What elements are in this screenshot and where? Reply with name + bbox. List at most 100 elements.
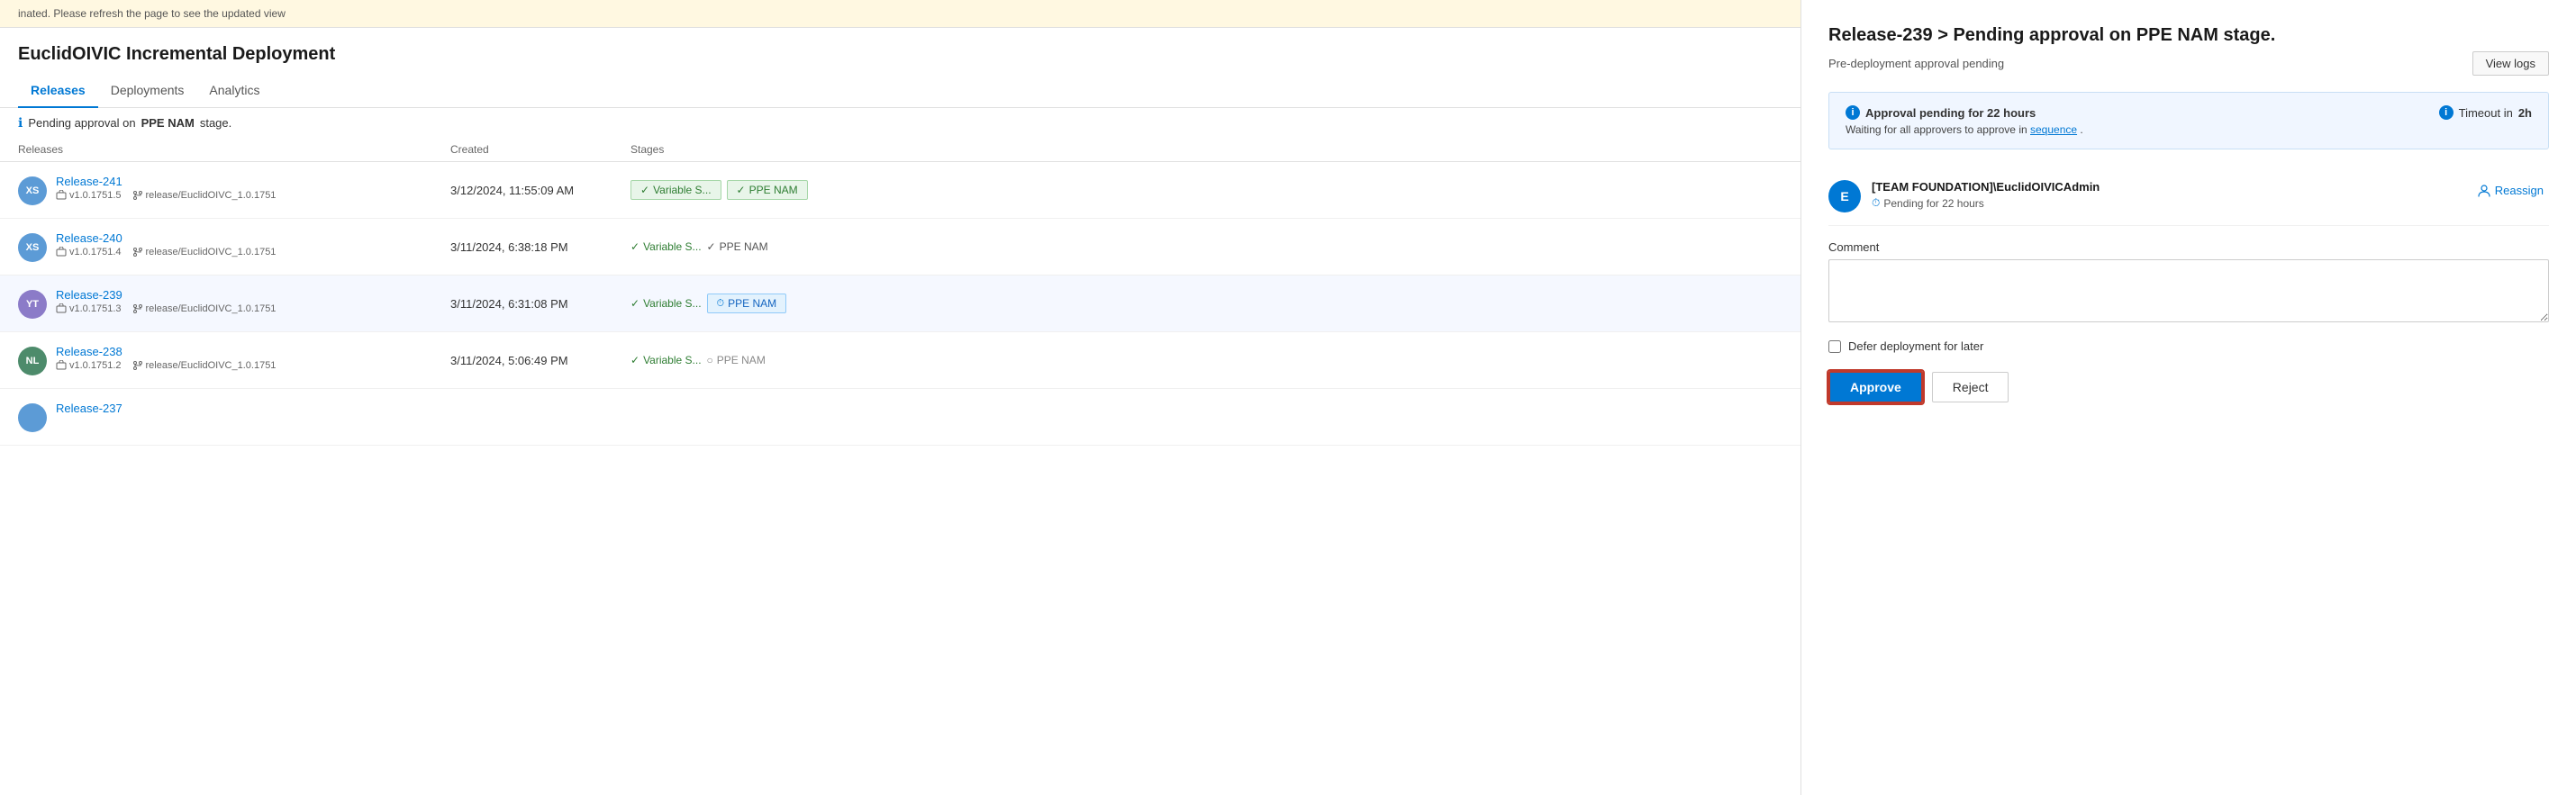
col-stages: Stages bbox=[630, 143, 1782, 156]
table-row: XS Release-240 v1.0.1751.4 release/Eucli… bbox=[0, 219, 1800, 276]
action-buttons: Approve Reject bbox=[1828, 371, 2549, 403]
status-text-suffix: stage. bbox=[200, 116, 231, 130]
version: v1.0.1751.5 bbox=[56, 190, 122, 201]
stage-text-2: ✓ PPE NAM bbox=[707, 240, 768, 253]
created-date: 3/11/2024, 6:31:08 PM bbox=[450, 297, 630, 311]
release-details: Release-241 v1.0.1751.5 release/EuclidOI… bbox=[56, 175, 276, 201]
stage-text-1: ✓ Variable S... bbox=[630, 297, 702, 310]
timeout-icon: i bbox=[2439, 105, 2454, 120]
avatar: XS bbox=[18, 176, 47, 205]
stage-text-1: ✓ Variable S... bbox=[630, 240, 702, 253]
defer-row: Defer deployment for later bbox=[1828, 339, 2549, 353]
approval-info-left: i Approval pending for 22 hours Waiting … bbox=[1846, 105, 2083, 136]
info-icon: ℹ bbox=[18, 115, 23, 131]
release-info: XS Release-241 v1.0.1751.5 release/Eucli… bbox=[18, 175, 450, 205]
right-panel: Release-239 > Pending approval on PPE NA… bbox=[1801, 0, 2576, 795]
col-releases: Releases bbox=[18, 143, 450, 156]
release-meta: v1.0.1751.2 release/EuclidOIVC_1.0.1751 bbox=[56, 360, 276, 371]
reject-button[interactable]: Reject bbox=[1932, 372, 2009, 402]
table-row: Release-237 bbox=[0, 389, 1800, 446]
comment-textarea[interactable] bbox=[1828, 259, 2549, 322]
stages-cell: ✓ Variable S... ✓ PPE NAM bbox=[630, 240, 1782, 253]
top-banner: inated. Please refresh the page to see t… bbox=[0, 0, 1800, 28]
table-row: NL Release-238 v1.0.1751.2 release/Eucli… bbox=[0, 332, 1800, 389]
stage-text-1: ✓ Variable S... bbox=[630, 354, 702, 366]
approver-info: [TEAM FOUNDATION]\EuclidOIVICAdmin ⏱ Pen… bbox=[1872, 180, 2100, 210]
branch: release/EuclidOIVC_1.0.1751 bbox=[132, 360, 277, 371]
created-date: 3/12/2024, 11:55:09 AM bbox=[450, 184, 630, 197]
release-info: YT Release-239 v1.0.1751.3 release/Eucli… bbox=[18, 288, 450, 319]
approver-name: [TEAM FOUNDATION]\EuclidOIVICAdmin bbox=[1872, 180, 2100, 194]
release-meta: v1.0.1751.5 release/EuclidOIVC_1.0.1751 bbox=[56, 190, 276, 201]
left-panel: inated. Please refresh the page to see t… bbox=[0, 0, 1801, 795]
release-info: NL Release-238 v1.0.1751.2 release/Eucli… bbox=[18, 345, 450, 375]
tab-deployments[interactable]: Deployments bbox=[98, 74, 197, 108]
stage-badge-2[interactable]: ✓ PPE NAM bbox=[727, 180, 808, 200]
reassign-label: Reassign bbox=[2495, 184, 2544, 197]
page-title: EuclidOIVIC Incremental Deployment bbox=[0, 28, 1800, 74]
approver-avatar: E bbox=[1828, 180, 1861, 212]
version: v1.0.1751.2 bbox=[56, 360, 122, 371]
banner-text: inated. Please refresh the page to see t… bbox=[18, 7, 286, 20]
table-row: YT Release-239 v1.0.1751.3 release/Eucli… bbox=[0, 276, 1800, 332]
release-link[interactable]: Release-238 bbox=[56, 345, 276, 358]
branch: release/EuclidOIVC_1.0.1751 bbox=[132, 247, 277, 257]
approve-button[interactable]: Approve bbox=[1828, 371, 1923, 403]
branch: release/EuclidOIVC_1.0.1751 bbox=[132, 303, 277, 314]
view-logs-button[interactable]: View logs bbox=[2472, 51, 2549, 76]
release-details: Release-240 v1.0.1751.4 release/EuclidOI… bbox=[56, 231, 276, 257]
approval-primary: i Approval pending for 22 hours bbox=[1846, 105, 2083, 120]
tab-releases[interactable]: Releases bbox=[18, 74, 98, 108]
releases-table: Releases Created Stages XS Release-241 v… bbox=[0, 138, 1800, 446]
avatar: YT bbox=[18, 290, 47, 319]
created-date: 3/11/2024, 6:38:18 PM bbox=[450, 240, 630, 254]
info-circle-icon: i bbox=[1846, 105, 1860, 120]
reassign-button[interactable]: Reassign bbox=[2472, 180, 2549, 201]
approver-row: E [TEAM FOUNDATION]\EuclidOIVICAdmin ⏱ P… bbox=[1828, 167, 2549, 226]
created-date: 3/11/2024, 5:06:49 PM bbox=[450, 354, 630, 367]
release-link[interactable]: Release-240 bbox=[56, 231, 276, 245]
stages-cell: ✓ Variable S... ✓ PPE NAM bbox=[630, 180, 1782, 200]
release-info: XS Release-240 v1.0.1751.4 release/Eucli… bbox=[18, 231, 450, 262]
comment-section: Comment bbox=[1828, 240, 2549, 325]
defer-label: Defer deployment for later bbox=[1848, 339, 1983, 353]
approval-title: Release-239 > Pending approval on PPE NA… bbox=[1828, 25, 2549, 46]
approval-subtitle-row: Pre-deployment approval pending View log… bbox=[1828, 51, 2549, 76]
release-info: Release-237 bbox=[18, 402, 450, 432]
version: v1.0.1751.3 bbox=[56, 303, 122, 314]
tab-analytics[interactable]: Analytics bbox=[196, 74, 272, 108]
stage-text-2: ○ PPE NAM bbox=[707, 354, 766, 366]
approval-secondary: Waiting for all approvers to approve in … bbox=[1846, 123, 2083, 136]
defer-checkbox[interactable] bbox=[1828, 340, 1841, 353]
approver-status: ⏱ Pending for 22 hours bbox=[1872, 196, 2100, 210]
stages-cell: ✓ Variable S... ○ PPE NAM bbox=[630, 354, 1782, 366]
tabs-bar: Releases Deployments Analytics bbox=[0, 74, 1800, 108]
approval-timeout: i Timeout in 2h bbox=[2439, 105, 2532, 120]
table-row: XS Release-241 v1.0.1751.5 release/Eucli… bbox=[0, 162, 1800, 219]
avatar: XS bbox=[18, 233, 47, 262]
stage-badge-1[interactable]: ✓ Variable S... bbox=[630, 180, 721, 200]
release-details: Release-237 bbox=[56, 402, 122, 415]
release-link[interactable]: Release-239 bbox=[56, 288, 276, 302]
approver-left: E [TEAM FOUNDATION]\EuclidOIVICAdmin ⏱ P… bbox=[1828, 180, 2100, 212]
status-text-prefix: Pending approval on bbox=[28, 116, 135, 130]
status-bar: ℹ Pending approval on PPE NAM stage. bbox=[0, 108, 1800, 138]
avatar bbox=[18, 403, 47, 432]
branch: release/EuclidOIVC_1.0.1751 bbox=[132, 190, 277, 201]
col-created: Created bbox=[450, 143, 630, 156]
approval-subtitle: Pre-deployment approval pending bbox=[1828, 57, 2004, 70]
approval-info-box: i Approval pending for 22 hours Waiting … bbox=[1828, 92, 2549, 149]
version: v1.0.1751.4 bbox=[56, 247, 122, 257]
release-meta: v1.0.1751.4 release/EuclidOIVC_1.0.1751 bbox=[56, 247, 276, 257]
release-details: Release-239 v1.0.1751.3 release/EuclidOI… bbox=[56, 288, 276, 314]
status-text-bold: PPE NAM bbox=[141, 116, 195, 130]
stage-badge-pending[interactable]: ⏱ PPE NAM bbox=[707, 294, 787, 313]
release-details: Release-238 v1.0.1751.2 release/EuclidOI… bbox=[56, 345, 276, 371]
table-header: Releases Created Stages bbox=[0, 138, 1800, 162]
stages-cell: ✓ Variable S... ⏱ PPE NAM bbox=[630, 294, 1782, 313]
release-meta: v1.0.1751.3 release/EuclidOIVC_1.0.1751 bbox=[56, 303, 276, 314]
comment-label: Comment bbox=[1828, 240, 2549, 254]
release-link[interactable]: Release-241 bbox=[56, 175, 276, 188]
release-link[interactable]: Release-237 bbox=[56, 402, 122, 415]
avatar: NL bbox=[18, 347, 47, 375]
